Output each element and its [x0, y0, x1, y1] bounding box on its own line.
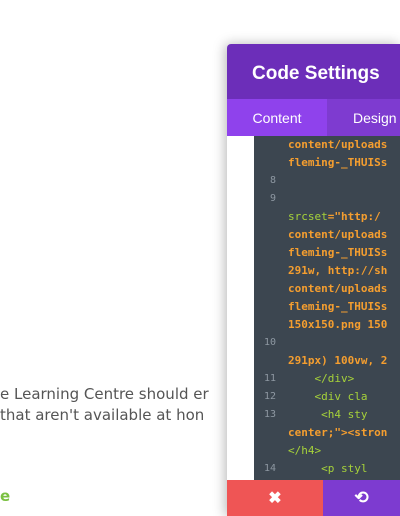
code-text: content/uploads [288, 282, 388, 295]
line-number: 14 [263, 463, 276, 474]
code-text: 291px) 100vw, 2 [288, 354, 388, 367]
code-text: 291w, http://sh [288, 264, 388, 277]
code-line[interactable]: fleming-_THUISs [254, 244, 400, 262]
code-line[interactable]: content/uploads [254, 280, 400, 298]
code-line[interactable]: content/uploads [254, 136, 400, 154]
code-line[interactable]: srcset="http:/ [254, 208, 400, 226]
modal-footer: ✖ ⟲ [227, 480, 400, 516]
code-line[interactable]: content/uploads [254, 226, 400, 244]
code-text: fleming-_THUISs [288, 156, 388, 169]
code-editor[interactable]: content/uploads fleming-_THUISs 8 9 srcset="… [254, 136, 400, 480]
undo-button[interactable]: ⟲ [323, 480, 400, 516]
code-text: fleming-_THUISs [288, 300, 388, 313]
code-line[interactable]: 14 <p styl [254, 460, 400, 478]
tab-design[interactable]: Design [327, 99, 397, 136]
code-text: <div cla [288, 390, 368, 403]
undo-icon: ⟲ [354, 488, 369, 507]
page-link-fragment[interactable]: e [0, 487, 10, 505]
line-number: 10 [263, 337, 276, 348]
code-line[interactable]: 291w, http://sh [254, 262, 400, 280]
code-text: fleming-_THUISs [288, 246, 388, 259]
code-text: <p styl [288, 462, 368, 475]
code-line[interactable]: center;"><stron [254, 424, 400, 442]
code-editor-panel: content/uploads fleming-_THUISs 8 9 srcset="… [227, 136, 400, 480]
page-text-line-1: e Learning Centre should er [0, 385, 209, 403]
code-text: content/uploads [288, 228, 388, 241]
code-line[interactable]: </h4> [254, 442, 400, 460]
code-text: 150x150.png 150 [288, 318, 388, 331]
code-line[interactable]: 8 [254, 172, 400, 190]
code-text: content/uploads [288, 138, 388, 151]
code-line[interactable]: fleming-_THUISs [254, 154, 400, 172]
page-body-text: e Learning Centre should er that aren't … [0, 384, 240, 426]
page-text-line-2: that aren't available at hon [0, 406, 205, 424]
line-number: 11 [263, 373, 276, 384]
code-line[interactable]: 291px) 100vw, 2 [254, 352, 400, 370]
modal-tabs: Content Design [227, 99, 400, 136]
line-number: 9 [269, 193, 276, 204]
line-number: 8 [269, 175, 276, 186]
code-line[interactable]: 150x150.png 150 [254, 316, 400, 334]
code-line[interactable]: 10 [254, 334, 400, 352]
code-line[interactable]: 13 <h4 sty [254, 406, 400, 424]
code-line[interactable]: fleming-_THUISs [254, 298, 400, 316]
code-line[interactable]: 11 </div> [254, 370, 400, 388]
code-text: center;"><stron [288, 426, 388, 439]
code-line[interactable]: 9 [254, 190, 400, 208]
line-number: 13 [263, 409, 276, 420]
code-text: <h4 sty [288, 408, 368, 421]
tab-content[interactable]: Content [227, 99, 327, 136]
close-button[interactable]: ✖ [227, 480, 323, 516]
code-text: </div> [288, 372, 355, 385]
line-number: 12 [263, 391, 276, 402]
code-settings-modal: Code Settings Content Design content/upl… [227, 44, 400, 516]
code-line[interactable]: 12 <div cla [254, 388, 400, 406]
code-text: srcset="http:/ [288, 210, 381, 223]
close-icon: ✖ [268, 490, 282, 507]
modal-title[interactable]: Code Settings [227, 44, 400, 99]
code-text: </h4> [288, 444, 322, 457]
